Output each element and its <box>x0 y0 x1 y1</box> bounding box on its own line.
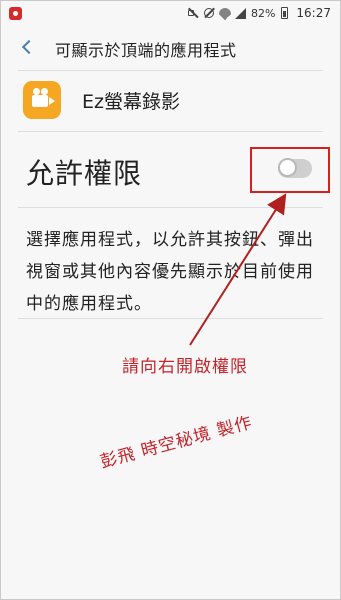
status-bar: 82% 16:27 <box>0 0 341 26</box>
clock: 16:27 <box>296 6 331 20</box>
annotation-credit: 彭飛 時空秘境 製作 <box>98 412 255 473</box>
annotation-instruction: 請向右開啟權限 <box>122 357 248 377</box>
app-name: Ez螢幕錄影 <box>82 91 180 113</box>
divider <box>18 70 323 71</box>
alarm-off-icon <box>203 7 215 19</box>
divider <box>18 207 323 208</box>
divider <box>18 131 323 132</box>
divider <box>18 318 323 319</box>
battery-icon <box>281 7 289 19</box>
toggle-knob <box>278 158 297 177</box>
screen-record-icon <box>9 7 22 20</box>
page-title: 可顯示於頂端的應用程式 <box>55 41 237 60</box>
signal-icon <box>234 7 246 19</box>
status-icons: 82% 16:27 <box>187 6 331 20</box>
permission-label: 允許權限 <box>26 157 143 190</box>
permission-toggle[interactable] <box>278 158 312 178</box>
permission-description: 選擇應用程式，以允許其按鈕、彈出視窗或其他內容優先顯示於目前使用中的應用程式。 <box>26 230 314 314</box>
battery-percent: 82% <box>250 6 276 20</box>
mute-icon <box>187 7 199 19</box>
app-row: Ez螢幕錄影 <box>0 78 341 124</box>
back-button[interactable] <box>14 36 40 60</box>
wifi-icon <box>218 7 231 20</box>
video-camera-icon <box>23 81 61 119</box>
app-bar: 可顯示於頂端的應用程式 <box>0 26 341 70</box>
